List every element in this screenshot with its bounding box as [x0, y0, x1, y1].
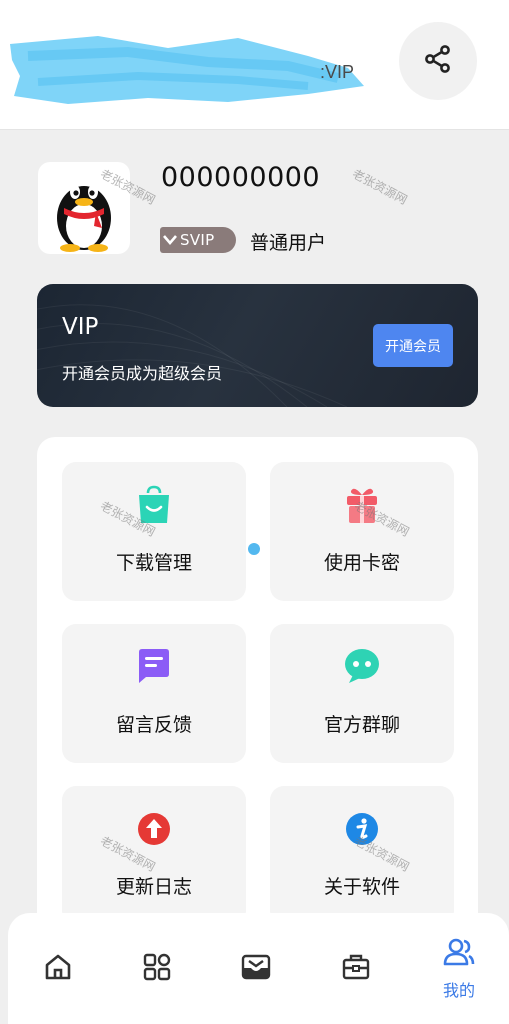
user-icon — [443, 937, 475, 971]
penguin-avatar-icon — [38, 185, 130, 254]
indicator-dot — [248, 543, 260, 555]
redacted-title-scribble: :VIP — [10, 36, 364, 104]
tile-label: 使用卡密 — [323, 552, 400, 574]
chevron-down-icon — [160, 227, 180, 253]
shopping-bag-icon — [136, 485, 172, 527]
vip-subtitle: 开通会员成为超级会员 — [62, 364, 223, 383]
inbox-icon — [240, 952, 272, 986]
info-icon — [345, 812, 379, 854]
nav-inbox[interactable] — [228, 913, 284, 1024]
nav-mine-label: 我的 — [442, 980, 475, 1000]
vip-card: VIP 开通会员成为超级会员 开通会员 — [37, 284, 478, 407]
share-icon — [423, 44, 453, 78]
nav-toolbox[interactable] — [328, 913, 384, 1024]
apps-icon — [142, 952, 172, 986]
share-button[interactable] — [399, 22, 477, 100]
header-bar: :VIP — [0, 0, 509, 130]
open-membership-button[interactable]: 开通会员 — [373, 324, 453, 367]
bottom-nav: 我的 — [8, 913, 509, 1024]
nav-apps[interactable] — [129, 913, 185, 1024]
feedback-tile[interactable]: 留言反馈 — [62, 624, 246, 763]
svg-text::VIP: :VIP — [320, 62, 354, 82]
nav-home[interactable] — [30, 913, 86, 1024]
tile-label: 留言反馈 — [115, 714, 192, 736]
tile-label: 官方群聊 — [323, 714, 400, 736]
changelog-tile[interactable]: 更新日志 — [62, 786, 246, 925]
user-type-label: 普通用户 — [250, 232, 327, 254]
official-group-tile[interactable]: 官方群聊 — [270, 624, 454, 763]
username: 000000000 — [161, 162, 321, 193]
upgrade-icon — [137, 812, 171, 854]
gift-icon — [344, 485, 380, 527]
badge-label: SVIP — [180, 231, 215, 249]
about-software-tile[interactable]: 关于软件 — [270, 786, 454, 925]
watermark: 老张资源网 — [349, 166, 410, 208]
avatar[interactable] — [38, 162, 130, 254]
briefcase-icon — [341, 952, 371, 986]
home-icon — [43, 952, 73, 986]
nav-mine[interactable]: 我的 — [427, 913, 491, 1024]
tile-label: 下载管理 — [115, 552, 192, 574]
svip-badge: SVIP — [160, 227, 236, 253]
menu-panel: 下载管理 使用卡密 留言反馈 官方群聊 更新日志 关于软件 — [37, 437, 478, 957]
chat-bubble-icon — [343, 647, 381, 689]
vip-title: VIP — [62, 314, 99, 340]
use-card-key-tile[interactable]: 使用卡密 — [270, 462, 454, 601]
tile-label: 更新日志 — [115, 876, 192, 898]
tile-label: 关于软件 — [323, 876, 400, 898]
message-icon — [135, 647, 173, 689]
download-manager-tile[interactable]: 下载管理 — [62, 462, 246, 601]
